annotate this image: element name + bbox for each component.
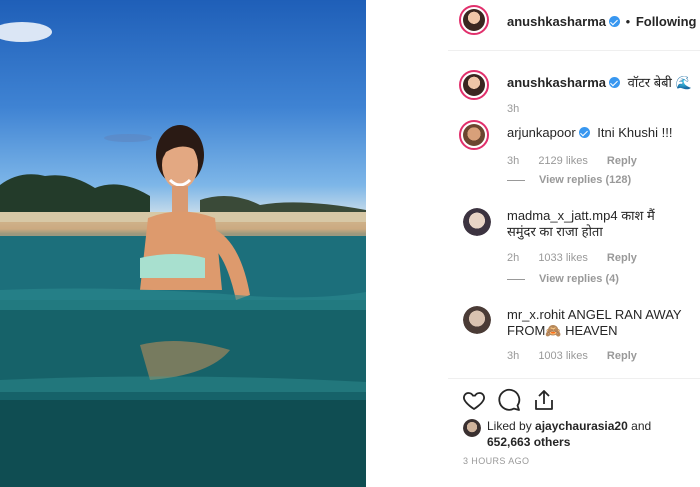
view-replies-label: View replies (4) xyxy=(539,273,619,285)
comment-1-meta: 3h 2129 likes Reply xyxy=(507,155,653,167)
comment-avatar[interactable] xyxy=(459,120,489,150)
comment-username[interactable]: arjunkapoor xyxy=(507,125,576,140)
view-replies-label: View replies (128) xyxy=(539,174,632,186)
comment-1: arjunkapoor Itni Khushi !!! xyxy=(507,125,672,141)
replies-line xyxy=(507,179,525,181)
comment-time: 3h xyxy=(507,155,520,167)
reply-button[interactable]: Reply xyxy=(607,252,637,264)
comment-icon[interactable] xyxy=(497,388,521,412)
liker-avatar[interactable] xyxy=(463,419,481,437)
caption-avatar[interactable] xyxy=(459,70,489,100)
comment-avatar[interactable] xyxy=(463,306,491,334)
comment-avatar[interactable] xyxy=(463,208,491,236)
author-avatar[interactable] xyxy=(459,5,489,35)
comment-likes[interactable]: 1033 likes xyxy=(538,252,588,264)
likes-prefix: Liked by xyxy=(487,419,532,433)
view-replies-button-2[interactable]: View replies (4) xyxy=(507,273,619,285)
caption-text: वॉटर बेबी 🌊 xyxy=(627,75,692,90)
reply-button[interactable]: Reply xyxy=(607,350,637,362)
post-timestamp: 3 HOURS AGO xyxy=(463,456,530,466)
likes-count[interactable]: 652,663 others xyxy=(487,435,570,449)
photo-scene xyxy=(0,22,366,487)
comment-time: 2h xyxy=(507,252,520,264)
verified-badge-icon xyxy=(609,77,620,88)
comment-time: 3h xyxy=(507,350,520,362)
share-icon[interactable] xyxy=(532,388,556,412)
likes-middle: and xyxy=(631,419,652,433)
actions-divider xyxy=(448,378,700,379)
post-header: anushkasharma • Following xyxy=(507,14,696,30)
comment-2-meta: 2h 1033 likes Reply xyxy=(507,252,653,264)
post-photo[interactable] xyxy=(0,0,366,487)
verified-badge-icon xyxy=(578,127,590,138)
comment-2: madma_x_jatt.mp4 काश मैं समुंदर का राजा … xyxy=(507,208,687,240)
liker-username[interactable]: ajaychaurasia20 xyxy=(535,419,628,433)
verified-badge-icon xyxy=(609,16,620,27)
caption-username[interactable]: anushkasharma xyxy=(507,75,606,90)
comment-likes[interactable]: 2129 likes xyxy=(538,155,588,167)
comment-username[interactable]: mr_x.rohit xyxy=(507,307,565,322)
reply-button[interactable]: Reply xyxy=(607,155,637,167)
comment-likes[interactable]: 1003 likes xyxy=(538,350,588,362)
comment-3-meta: 3h 1003 likes Reply xyxy=(507,350,653,362)
following-button[interactable]: Following xyxy=(636,14,697,29)
caption-time: 3h xyxy=(507,103,520,115)
header-divider xyxy=(448,50,700,51)
caption: anushkasharma वॉटर बेबी 🌊 xyxy=(507,75,692,91)
comment-3: mr_x.rohit ANGEL RAN AWAY FROM🙈 HEAVEN xyxy=(507,307,692,339)
heart-icon[interactable] xyxy=(462,388,486,412)
replies-line xyxy=(507,278,525,280)
likes-summary: Liked by ajaychaurasia20 and 652,663 oth… xyxy=(487,418,697,450)
view-replies-button-1[interactable]: View replies (128) xyxy=(507,174,631,186)
author-username[interactable]: anushkasharma xyxy=(507,14,606,29)
caption-meta: 3h xyxy=(507,103,535,115)
comment-text: Itni Khushi !!! xyxy=(597,125,673,140)
comment-username[interactable]: madma_x_jatt.mp4 xyxy=(507,208,618,223)
header-separator: • xyxy=(625,14,631,29)
